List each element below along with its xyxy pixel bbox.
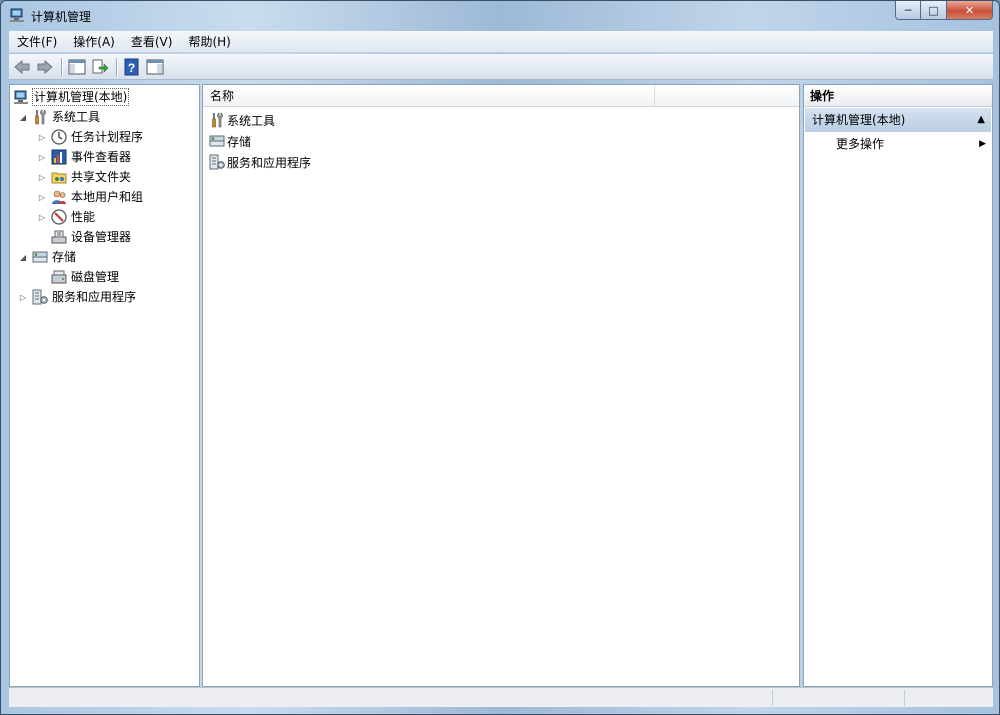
export-list-button[interactable] xyxy=(89,56,111,78)
device-manager-icon xyxy=(51,230,67,244)
minimize-button[interactable]: ─ xyxy=(895,1,921,20)
services-icon xyxy=(32,289,48,305)
list-item-system-tools[interactable]: 系统工具 xyxy=(209,111,275,129)
list-item-label: 存储 xyxy=(227,134,252,149)
submenu-arrow-icon: ▶ xyxy=(979,139,986,149)
toolbar: ? xyxy=(9,54,993,80)
tree-label: 系统工具 xyxy=(52,110,101,124)
forward-button[interactable] xyxy=(34,56,56,78)
computer-management-icon xyxy=(14,90,28,104)
status-separator xyxy=(904,690,905,706)
help-icon: ? xyxy=(124,58,139,75)
list-item-services-applications[interactable]: 服务和应用程序 xyxy=(209,153,311,171)
show-hide-console-tree-button[interactable] xyxy=(66,56,88,78)
storage-icon xyxy=(32,251,48,263)
actions-group-computer-management[interactable]: 计算机管理(本地) ▲ xyxy=(805,108,991,132)
more-actions-item[interactable]: 更多操作 ▶ xyxy=(836,134,986,154)
status-bar xyxy=(9,687,993,707)
window-frame: 计算机管理 ─ □ ✕ 文件(F) 操作(A) 查看(V) 帮助(H) ? 计算… xyxy=(0,0,1000,715)
window-title: 计算机管理 xyxy=(31,10,92,24)
tree-item-storage[interactable]: ◢ 存储 xyxy=(18,248,76,266)
console-tree-pane[interactable]: 计算机管理(本地) ◢ 系统工具 ▷ 任务计划程序 ▷ 事件查看器 ▷ 共享文件… xyxy=(9,84,200,687)
menu-help[interactable]: 帮助(H) xyxy=(180,32,238,52)
menu-action[interactable]: 操作(A) xyxy=(65,32,123,52)
back-icon xyxy=(14,59,30,74)
tree-item-device-manager[interactable]: 设备管理器 xyxy=(51,228,131,246)
event-viewer-icon xyxy=(51,149,67,165)
tree-item-services-applications[interactable]: ▷ 服务和应用程序 xyxy=(18,288,136,306)
tree-item-performance[interactable]: ▷ 性能 xyxy=(37,208,95,226)
list-item-label: 系统工具 xyxy=(227,113,276,128)
shared-folder-icon xyxy=(51,172,67,184)
show-hide-action-pane-button[interactable] xyxy=(144,56,166,78)
tree-label: 设备管理器 xyxy=(71,230,132,244)
collapsed-arrow-icon[interactable]: ▷ xyxy=(18,293,28,302)
status-separator xyxy=(772,690,773,706)
tools-icon xyxy=(35,109,46,125)
storage-icon xyxy=(209,135,225,147)
computer-management-icon xyxy=(10,8,24,22)
tree-label: 事件查看器 xyxy=(71,150,132,164)
maximize-button[interactable]: □ xyxy=(921,1,947,20)
toolbar-separator xyxy=(116,57,117,76)
tree-label: 服务和应用程序 xyxy=(52,290,137,304)
tree-label: 计算机管理(本地) xyxy=(31,88,130,106)
actions-pane: 操作 计算机管理(本地) ▲ 更多操作 ▶ xyxy=(803,84,993,687)
clock-icon xyxy=(51,129,67,145)
collapsed-arrow-icon[interactable]: ▷ xyxy=(37,153,47,162)
svg-text:?: ? xyxy=(128,61,135,75)
tree-item-shared-folders[interactable]: ▷ 共享文件夹 xyxy=(37,168,131,186)
menu-bar: 文件(F) 操作(A) 查看(V) 帮助(H) xyxy=(9,31,993,53)
collapsed-arrow-icon[interactable]: ▷ xyxy=(37,193,47,202)
tree-item-task-scheduler[interactable]: ▷ 任务计划程序 xyxy=(37,128,143,146)
tree-label: 共享文件夹 xyxy=(71,170,132,184)
forward-icon xyxy=(37,59,53,74)
help-button[interactable]: ? xyxy=(121,56,143,78)
show-hide-action-pane-icon xyxy=(146,59,164,74)
tree-label: 磁盘管理 xyxy=(71,270,120,284)
menu-view[interactable]: 查看(V) xyxy=(123,32,181,52)
tree-item-system-tools[interactable]: ◢ 系统工具 xyxy=(18,108,100,126)
tree-label: 任务计划程序 xyxy=(71,130,144,144)
users-icon xyxy=(52,190,66,204)
menu-file[interactable]: 文件(F) xyxy=(9,32,65,52)
list-item-label: 服务和应用程序 xyxy=(227,155,312,170)
name-column-header[interactable]: 名称 xyxy=(203,85,655,107)
column-header: 名称 xyxy=(203,85,799,107)
collapsed-arrow-icon[interactable]: ▷ xyxy=(37,173,47,182)
tree-label: 本地用户和组 xyxy=(71,190,144,204)
expanded-arrow-icon[interactable]: ◢ xyxy=(18,253,28,262)
tree-item-disk-management[interactable]: 磁盘管理 xyxy=(51,268,119,286)
expanded-arrow-icon[interactable]: ◢ xyxy=(18,113,28,122)
list-item-storage[interactable]: 存储 xyxy=(209,132,251,150)
tools-icon xyxy=(212,112,223,128)
title-bar[interactable]: 计算机管理 ─ □ ✕ xyxy=(1,1,999,29)
tree-item-root[interactable]: 计算机管理(本地) xyxy=(13,88,130,106)
tree-label: 性能 xyxy=(71,210,96,224)
disk-icon xyxy=(51,270,67,284)
tree-item-local-users-groups[interactable]: ▷ 本地用户和组 xyxy=(37,188,143,206)
collapse-up-icon[interactable]: ▲ xyxy=(977,108,985,132)
services-icon xyxy=(209,154,225,170)
actions-header: 操作 xyxy=(804,85,992,107)
back-button[interactable] xyxy=(11,56,33,78)
more-actions-label: 更多操作 xyxy=(836,137,885,151)
tree-item-event-viewer[interactable]: ▷ 事件查看器 xyxy=(37,148,131,166)
tree-label: 存储 xyxy=(52,250,77,264)
result-pane[interactable]: 名称 系统工具 存储 服务和应用程序 xyxy=(202,84,800,687)
collapsed-arrow-icon[interactable]: ▷ xyxy=(37,213,47,222)
collapsed-arrow-icon[interactable]: ▷ xyxy=(37,133,47,142)
close-button[interactable]: ✕ xyxy=(947,1,993,20)
export-list-icon xyxy=(92,59,109,73)
show-hide-console-tree-icon xyxy=(68,59,86,74)
performance-icon xyxy=(51,209,67,225)
toolbar-separator xyxy=(61,57,62,76)
actions-group-label: 计算机管理(本地) xyxy=(812,113,906,127)
